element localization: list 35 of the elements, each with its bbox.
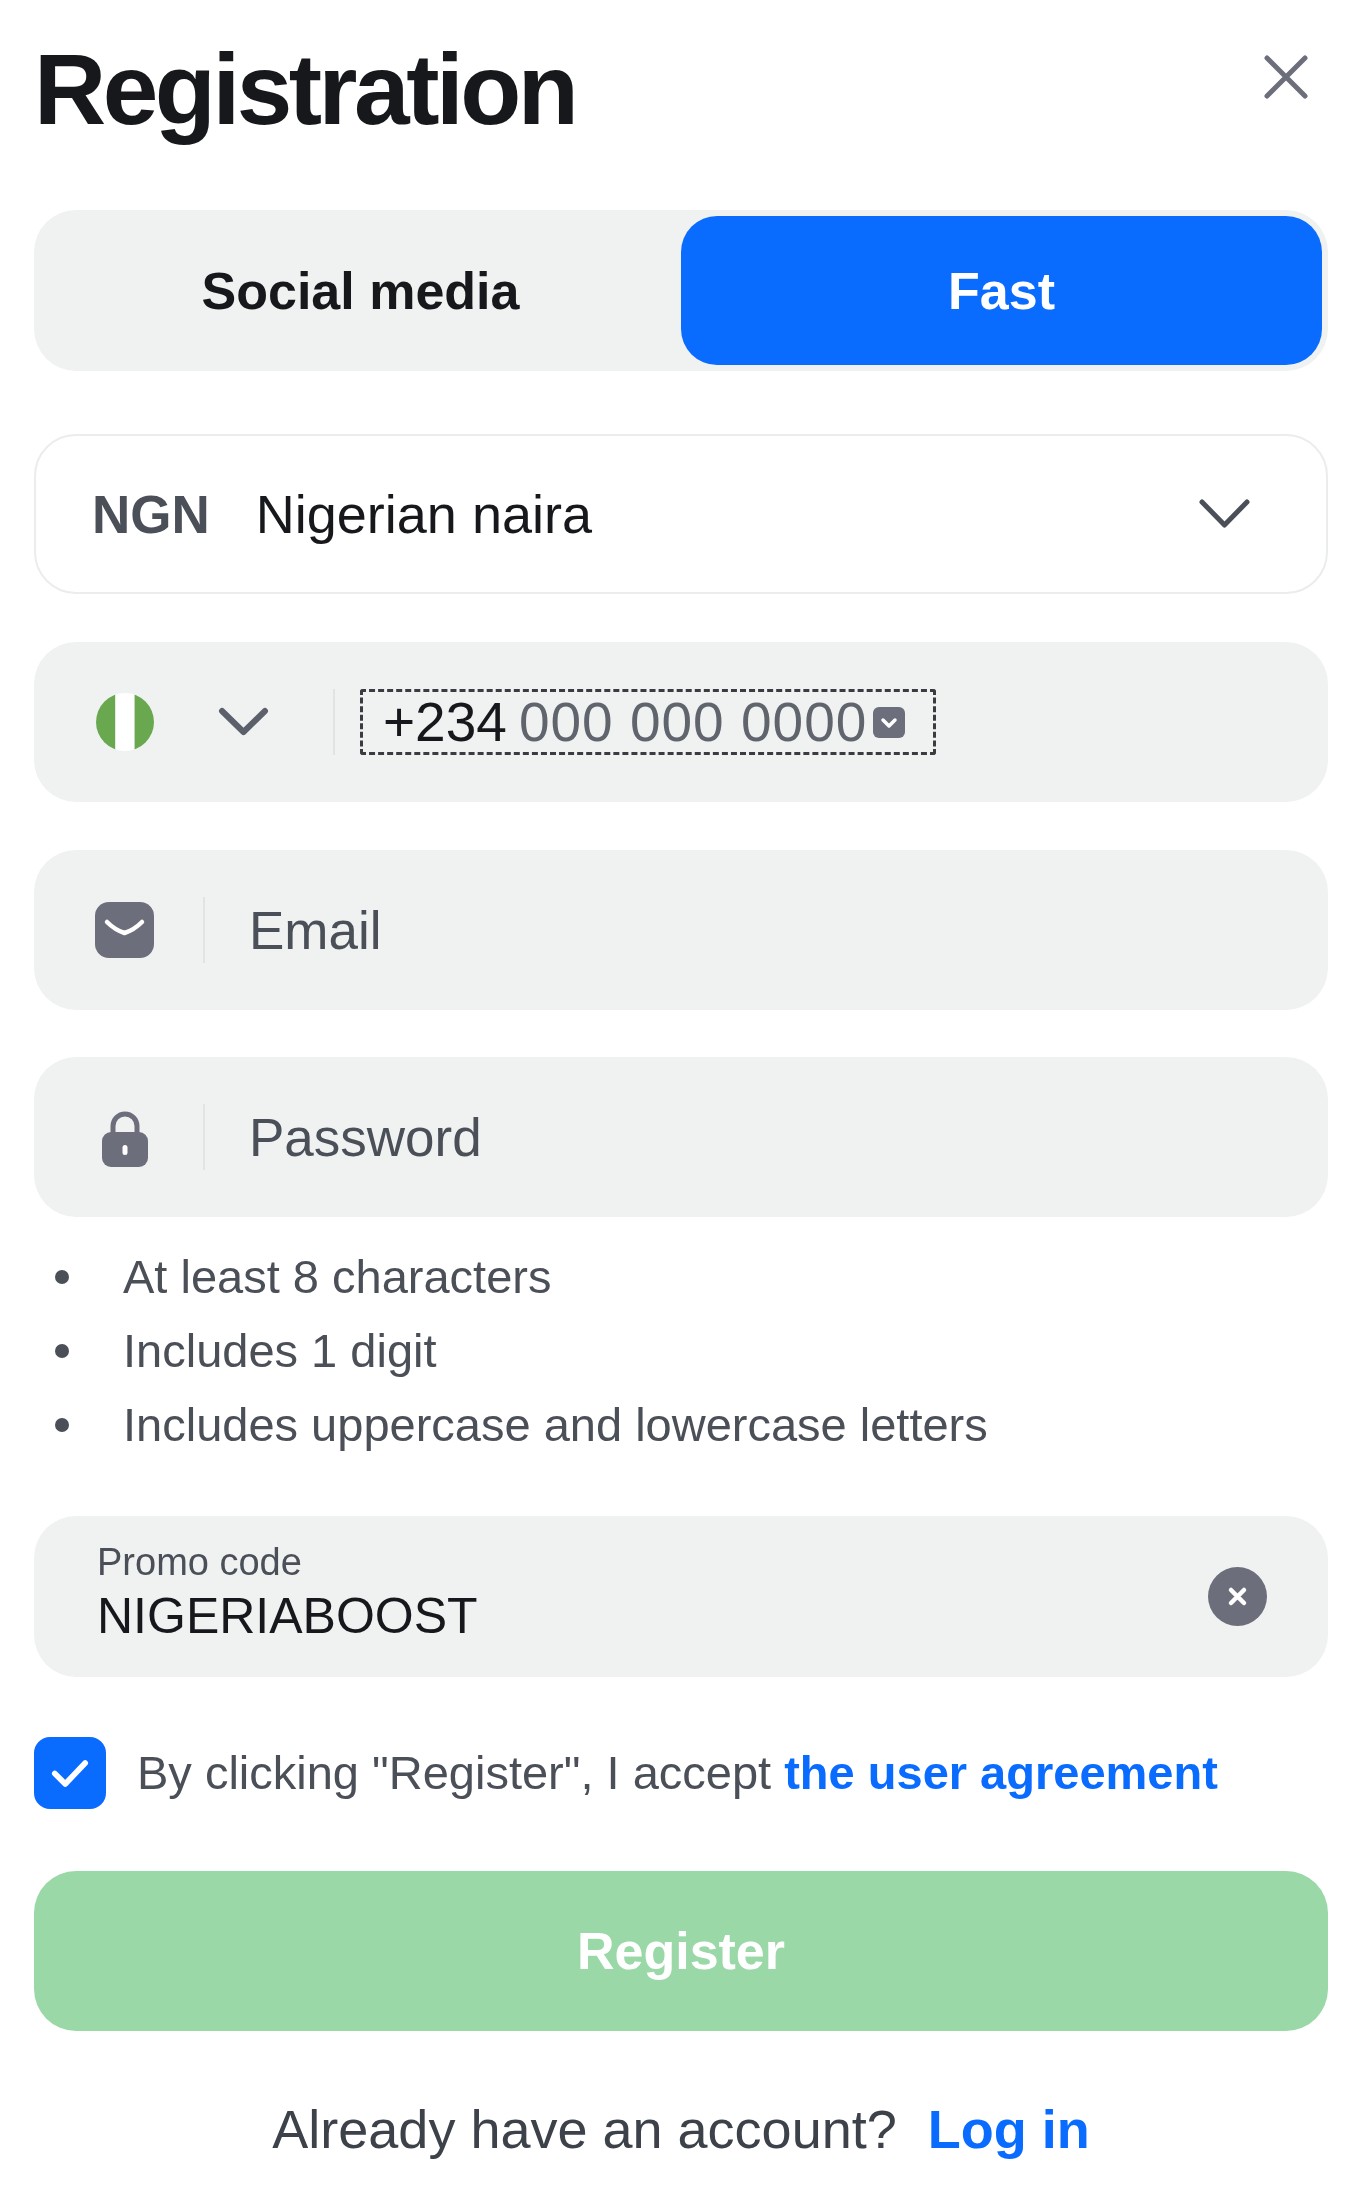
- envelope-icon: [95, 902, 154, 958]
- currency-code: NGN: [92, 483, 210, 545]
- checkbox[interactable]: [34, 1737, 106, 1809]
- field-label: Promo code: [97, 1539, 302, 1584]
- flag-icon[interactable]: [95, 693, 154, 751]
- dial-code: +234: [383, 690, 507, 754]
- clear-icon[interactable]: [1208, 1567, 1267, 1626]
- page-title: Registration: [34, 32, 576, 147]
- login-link[interactable]: Log in: [927, 2099, 1090, 2159]
- bullet-icon: [55, 1344, 69, 1358]
- close-icon[interactable]: [1262, 53, 1310, 101]
- password-rule: At least 8 characters: [123, 1249, 552, 1305]
- bullet-icon: [55, 1418, 69, 1432]
- chevron-down-icon: [1198, 498, 1251, 530]
- bullet-icon: [55, 1270, 69, 1284]
- password-input[interactable]: Password: [249, 1106, 1288, 1168]
- chevron-square-icon[interactable]: [872, 706, 905, 738]
- login-prompt: Already have an account? Log in: [272, 2098, 1090, 2161]
- phone-input[interactable]: +234 000 000 0000: [360, 689, 936, 755]
- password-rule: Includes uppercase and lowercase letters: [123, 1397, 988, 1453]
- chevron-down-icon[interactable]: [217, 706, 270, 738]
- email-field[interactable]: Email: [34, 850, 1328, 1010]
- checkmark-icon: [51, 1758, 89, 1788]
- user-agreement-link[interactable]: the user agreement: [784, 1746, 1218, 1799]
- tab[interactable]: Social media: [40, 216, 681, 365]
- password-field[interactable]: Password: [34, 1057, 1328, 1217]
- password-rule: Includes 1 digit: [123, 1323, 437, 1379]
- email-input[interactable]: Email: [249, 899, 1288, 961]
- currency-name: Nigerian naira: [255, 483, 592, 545]
- number-input[interactable]: 000 000 0000: [506, 690, 869, 754]
- tab[interactable]: Fast: [681, 216, 1322, 365]
- promo-code-input[interactable]: NIGERIABOOST: [97, 1585, 1208, 1646]
- agreement-text: By clicking "Register", I accept the user agreement: [137, 1745, 1218, 1801]
- promo-code-field[interactable]: Promo code NIGERIABOOST: [34, 1516, 1328, 1677]
- currency-select[interactable]: NGN Nigerian naira: [34, 434, 1328, 594]
